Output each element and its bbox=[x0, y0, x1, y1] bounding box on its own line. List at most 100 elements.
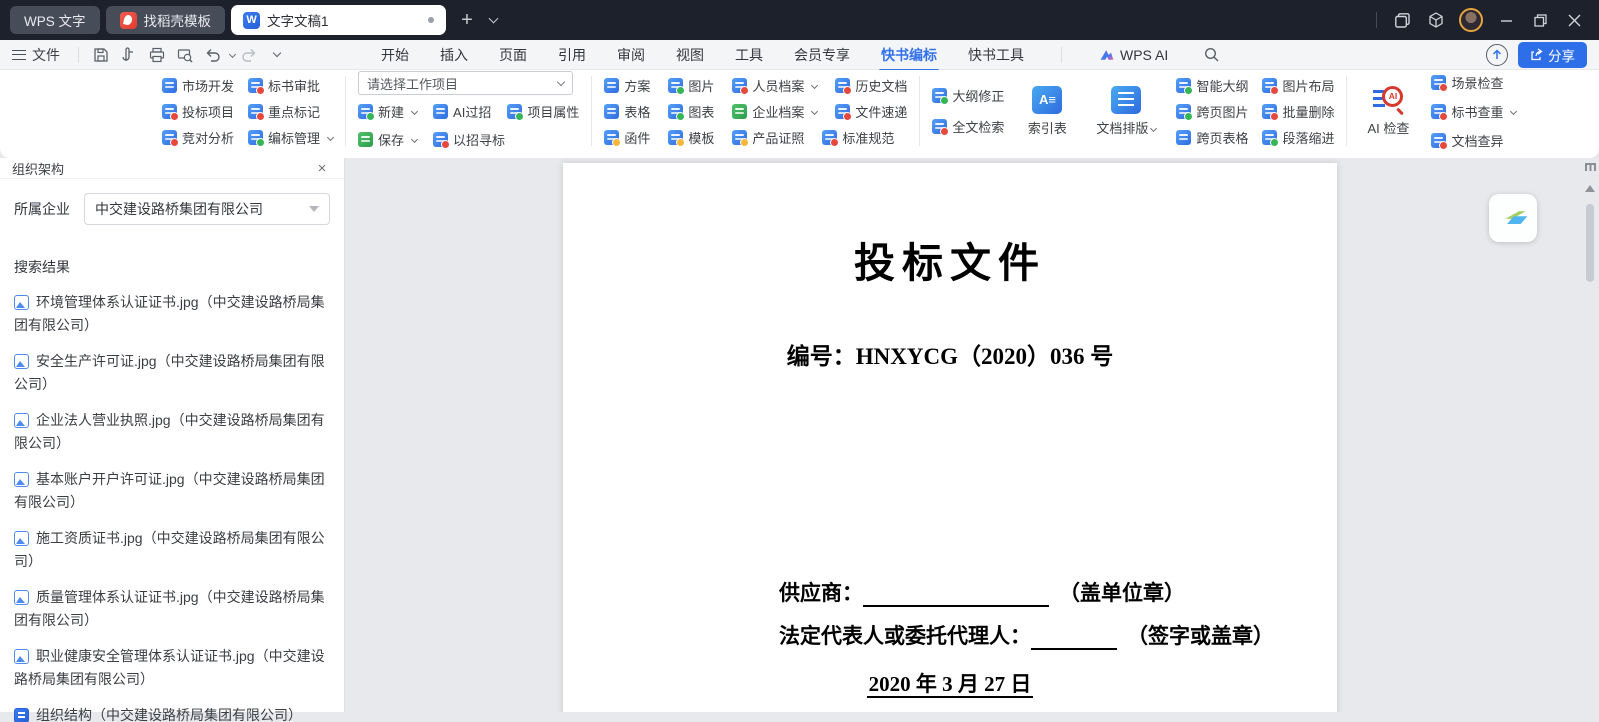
cloud-upload-icon[interactable] bbox=[1486, 44, 1508, 66]
paragraph-indent-button[interactable]: 段落缩进 bbox=[1262, 126, 1334, 149]
print-preview-icon[interactable] bbox=[173, 44, 197, 66]
close-button[interactable] bbox=[1559, 5, 1589, 35]
history-docs-button[interactable]: 历史文档 bbox=[835, 74, 907, 97]
batch-delete-button[interactable]: 批量删除 bbox=[1262, 100, 1334, 123]
file-menu[interactable]: 文件 bbox=[32, 45, 60, 65]
smart-outline-button[interactable]: 智能大纲 bbox=[1176, 74, 1248, 97]
result-item-construction-cert[interactable]: 施工资质证书.jpg（中交建设路桥局集团有限公司） bbox=[14, 527, 330, 573]
key-mark-button[interactable]: 重点标记 bbox=[248, 100, 333, 123]
letter-button[interactable]: 函件 bbox=[604, 126, 650, 149]
ribbon-group-layout: 大纲修正 全文检索 A≡ 索引表 文档排版 智能大纲 跨页图片 跨页表格 图片布… bbox=[920, 74, 1346, 149]
customize-toolbar-chevron[interactable] bbox=[265, 44, 289, 66]
result-item-env-cert[interactable]: 环境管理体系认证证书.jpg（中交建设路桥局集团有限公司） bbox=[14, 291, 330, 337]
result-item-label: 质量管理体系认证证书.jpg（中交建设路桥局集团有限公司） bbox=[14, 589, 325, 628]
template-button[interactable]: 模板 bbox=[668, 126, 714, 149]
market-dev-button[interactable]: 市场开发 bbox=[162, 74, 234, 97]
print-icon[interactable] bbox=[145, 44, 169, 66]
outline-fix-button[interactable]: 大纲修正 bbox=[932, 84, 1004, 107]
work-project-select[interactable]: 请选择工作项目 bbox=[358, 71, 573, 95]
menu-page[interactable]: 页面 bbox=[497, 41, 529, 69]
table-button[interactable]: 表格 bbox=[604, 100, 650, 123]
share-icon bbox=[1530, 48, 1543, 61]
menu-insert[interactable]: 插入 bbox=[438, 41, 470, 69]
ai-duel-button[interactable]: AI过招 bbox=[433, 100, 491, 123]
bid-approval-button[interactable]: 标书审批 bbox=[248, 74, 333, 97]
ribbon-group-resources: 方案 图片 人员档案 历史文档 表格 图表 企业档案 文件速递 函件 模板 产品… bbox=[592, 74, 919, 149]
save-project-button[interactable]: 保存 bbox=[358, 128, 417, 151]
result-item-health-cert[interactable]: 职业健康安全管理体系认证证书.jpg（中交建设路桥局集团有限公司） bbox=[14, 645, 330, 691]
tab-docer-templates[interactable]: 找稻壳模板 bbox=[106, 6, 226, 34]
company-archive-button[interactable]: 企业档案 bbox=[732, 100, 817, 123]
result-item-safety-permit[interactable]: 安全生产许可证.jpg（中交建设路桥局集团有限公司） bbox=[14, 350, 330, 396]
project-properties-button[interactable]: 项目属性 bbox=[507, 100, 579, 123]
tab-document-active[interactable]: W 文字文稿1 bbox=[231, 5, 446, 35]
minimize-button[interactable] bbox=[1491, 5, 1521, 35]
personnel-archive-button[interactable]: 人员档案 bbox=[732, 74, 817, 97]
doc-typeset-chevron bbox=[1150, 124, 1157, 131]
kuaishu-assistant-button[interactable] bbox=[1489, 194, 1537, 242]
menu-kuaishu-tools[interactable]: 快书工具 bbox=[966, 41, 1026, 69]
ai-check-button[interactable]: AI AI 检查 bbox=[1359, 86, 1417, 137]
scroll-up-arrow[interactable] bbox=[1585, 185, 1595, 192]
undo-icon[interactable] bbox=[201, 44, 225, 66]
menu-view[interactable]: 视图 bbox=[674, 41, 706, 69]
template-icon bbox=[668, 130, 683, 145]
scene-check-button[interactable]: 场景检查 bbox=[1431, 71, 1516, 94]
plan-button[interactable]: 方案 bbox=[604, 74, 650, 97]
tab-wps-home[interactable]: WPS 文字 bbox=[10, 6, 100, 34]
bid-project-button[interactable]: 投标项目 bbox=[162, 100, 234, 123]
menu-reference[interactable]: 引用 bbox=[556, 41, 588, 69]
word-doc-icon bbox=[14, 708, 29, 722]
share-button[interactable]: 分享 bbox=[1518, 42, 1587, 68]
redo-icon bbox=[237, 44, 261, 66]
menu-member[interactable]: 会员专享 bbox=[792, 41, 852, 69]
bid-dup-check-button[interactable]: 标书查重 bbox=[1431, 100, 1516, 123]
menu-kuaishu-bid-edit[interactable]: 快书编标 bbox=[879, 41, 939, 69]
result-item-quality-cert[interactable]: 质量管理体系认证证书.jpg（中交建设路桥局集团有限公司） bbox=[14, 586, 330, 632]
menu-review[interactable]: 审阅 bbox=[615, 41, 647, 69]
index-table-button[interactable]: A≡ 索引表 bbox=[1018, 86, 1076, 137]
chart-button[interactable]: 图表 bbox=[668, 100, 714, 123]
wps-ai-button[interactable]: WPS AI bbox=[1097, 43, 1170, 67]
menu-tools[interactable]: 工具 bbox=[733, 41, 765, 69]
undo-dropdown-chevron[interactable] bbox=[229, 51, 236, 58]
vertical-scrollbar[interactable] bbox=[1584, 158, 1596, 712]
search-icon[interactable] bbox=[1199, 44, 1223, 66]
fulltext-search-button[interactable]: 全文检索 bbox=[932, 115, 1004, 138]
competitor-analysis-button[interactable]: 竞对分析 bbox=[162, 126, 234, 149]
history-docs-label: 历史文档 bbox=[855, 76, 907, 95]
tab-list-chevron[interactable] bbox=[480, 7, 506, 33]
menubar: 文件 开始 插入 页面 引用 审阅 视图 工具 会员专享 快书编标 快书工具 W… bbox=[0, 40, 1599, 70]
result-item-business-license[interactable]: 企业法人营业执照.jpg（中交建设路桥局集团有限公司） bbox=[14, 409, 330, 455]
crosspage-image-button[interactable]: 跨页图片 bbox=[1176, 100, 1248, 123]
document-page[interactable]: 投标文件 编号：HNXYCG（2020）036 号 供应商：（盖单位章） 法定代… bbox=[563, 163, 1337, 712]
image-layout-button[interactable]: 图片布局 bbox=[1262, 74, 1334, 97]
product-cert-button[interactable]: 产品证照 bbox=[732, 126, 804, 149]
result-item-org-structure-doc[interactable]: 组织结构（中交建设路桥局集团有限公司） bbox=[14, 704, 330, 722]
doc-diff-button[interactable]: 文档查异 bbox=[1431, 129, 1516, 152]
file-express-button[interactable]: 文件速递 bbox=[835, 100, 907, 123]
company-select[interactable]: 中交建设路桥集团有限公司 bbox=[84, 193, 330, 225]
find-bid-by-tender-button[interactable]: 以招寻标 bbox=[433, 128, 505, 151]
bid-edit-manage-label: 编标管理 bbox=[268, 128, 320, 147]
result-item-account-permit[interactable]: 基本账户开户许可证.jpg（中交建设路桥局集团有限公司） bbox=[14, 468, 330, 514]
crosspage-table-button[interactable]: 跨页表格 bbox=[1176, 126, 1248, 149]
bid-edit-manage-button[interactable]: 编标管理 bbox=[248, 126, 333, 149]
restore-button[interactable] bbox=[1525, 5, 1555, 35]
company-archive-label: 企业档案 bbox=[752, 102, 804, 121]
new-tab-button[interactable]: + bbox=[454, 7, 480, 33]
unsaved-indicator-dot bbox=[428, 17, 434, 23]
user-avatar[interactable] bbox=[1459, 8, 1483, 32]
ruler-toggle-icon[interactable] bbox=[1585, 163, 1596, 171]
panel-close-icon[interactable]: × bbox=[312, 158, 332, 178]
export-pdf-icon[interactable] bbox=[117, 44, 141, 66]
new-button[interactable]: 新建 bbox=[358, 100, 417, 123]
workspace-tabs-icon[interactable] bbox=[1387, 5, 1417, 35]
standards-button[interactable]: 标准规范 bbox=[822, 126, 894, 149]
menu-home[interactable]: 开始 bbox=[379, 41, 411, 69]
scrollbar-thumb[interactable] bbox=[1586, 204, 1594, 282]
save-icon[interactable] bbox=[89, 44, 113, 66]
components-cube-icon[interactable] bbox=[1421, 5, 1451, 35]
doc-typeset-button[interactable]: 文档排版 bbox=[1090, 86, 1162, 137]
picture-button[interactable]: 图片 bbox=[668, 74, 714, 97]
